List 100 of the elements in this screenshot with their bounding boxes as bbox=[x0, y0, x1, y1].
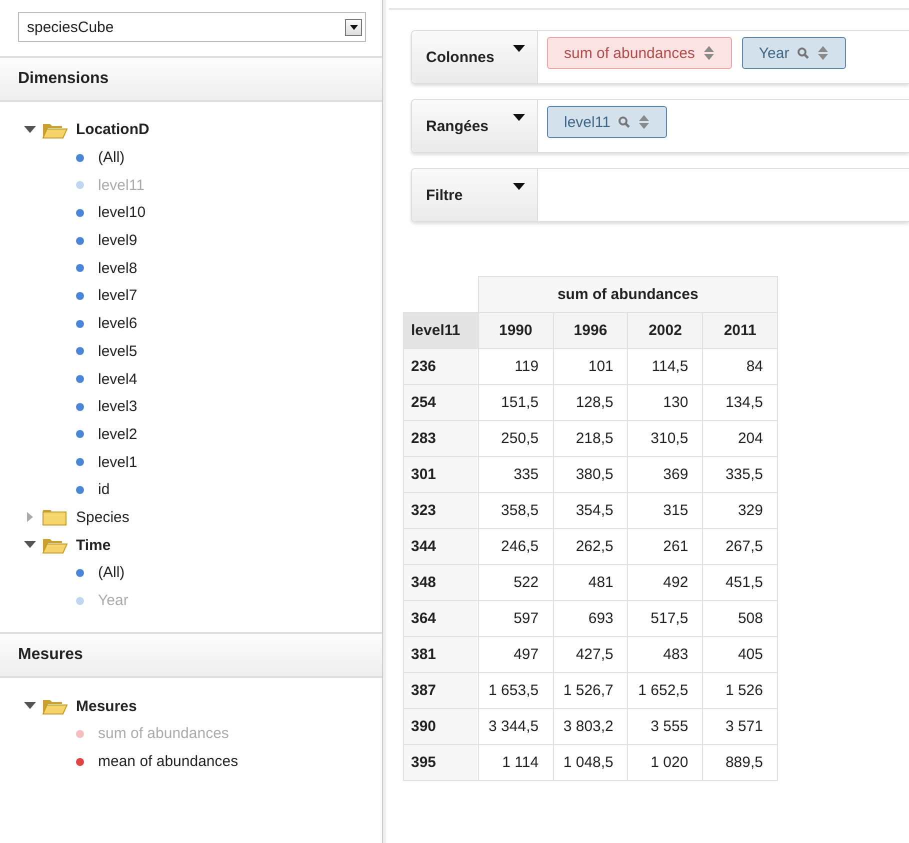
tree-item[interactable]: mean of abundances bbox=[98, 753, 238, 770]
table-cell: 151,5 bbox=[478, 384, 554, 420]
row-label: 387 bbox=[404, 672, 478, 708]
zone-header[interactable]: Rangées bbox=[412, 100, 538, 152]
field-chip[interactable]: level11 bbox=[547, 106, 668, 138]
table-cell: 84 bbox=[702, 348, 778, 384]
table-cell: 380,5 bbox=[553, 456, 628, 492]
table-cell: 889,5 bbox=[702, 744, 778, 780]
table-cell: 1 020 bbox=[628, 744, 703, 780]
panel-header: Mesures bbox=[0, 632, 382, 678]
node-label: Time bbox=[76, 536, 111, 554]
row-header: level11 bbox=[404, 312, 478, 348]
row-label: 348 bbox=[404, 564, 478, 600]
table-cell: 1 653,5 bbox=[478, 672, 554, 708]
table-cell: 134,5 bbox=[702, 384, 778, 420]
tree-item[interactable]: id bbox=[98, 481, 110, 498]
caret-icon[interactable] bbox=[513, 183, 525, 190]
node-label: Species bbox=[76, 508, 130, 526]
table-cell: 335 bbox=[478, 456, 554, 492]
row-label: 395 bbox=[404, 744, 478, 780]
table-cell: 1 114 bbox=[478, 744, 554, 780]
tree-item[interactable]: level9 bbox=[98, 232, 138, 250]
tree-item[interactable]: (All) bbox=[98, 149, 125, 166]
caret-icon[interactable] bbox=[513, 114, 525, 121]
row-label: 390 bbox=[404, 708, 478, 744]
tree-item[interactable]: level10 bbox=[98, 204, 146, 222]
tree-item[interactable]: level5 bbox=[98, 342, 138, 360]
table-cell: 354,5 bbox=[553, 492, 628, 528]
table-cell: 497 bbox=[478, 636, 554, 672]
tree-item[interactable]: level1 bbox=[98, 454, 138, 471]
tree-item[interactable]: level2 bbox=[98, 426, 138, 443]
chip-label: sum of abundances bbox=[564, 44, 695, 62]
table-cell: 101 bbox=[553, 348, 628, 384]
column-header: 2011 bbox=[702, 312, 778, 348]
column-header: 1996 bbox=[553, 312, 628, 348]
table-cell: 3 803,2 bbox=[553, 708, 628, 744]
row-label: 254 bbox=[404, 384, 478, 420]
tree-node[interactable]: LocationD bbox=[24, 116, 382, 144]
row-label: 381 bbox=[404, 636, 478, 672]
chip-label: level11 bbox=[564, 114, 610, 130]
expanded-triangle-icon bbox=[24, 124, 38, 135]
table-cell: 261 bbox=[628, 528, 703, 564]
table-cell: 262,5 bbox=[553, 528, 628, 564]
tree-item[interactable]: level4 bbox=[98, 370, 138, 388]
expanded-triangle-icon bbox=[24, 540, 38, 550]
column-header: sum of abundances bbox=[478, 276, 778, 312]
column-header: 1990 bbox=[478, 312, 554, 348]
table-cell: 597 bbox=[478, 600, 554, 636]
sort-icon[interactable] bbox=[702, 46, 715, 60]
caret-icon[interactable] bbox=[513, 45, 525, 52]
field-chip[interactable]: Year bbox=[742, 37, 846, 69]
table-cell: 358,5 bbox=[478, 492, 554, 528]
field-chip[interactable]: sum of abundances bbox=[547, 37, 732, 69]
zone-label: Colonnes bbox=[426, 48, 494, 66]
folder-icon bbox=[42, 508, 68, 526]
tree-item[interactable]: level6 bbox=[98, 315, 138, 332]
tree-item[interactable]: (All) bbox=[98, 564, 125, 582]
table-cell: 1 526 bbox=[702, 672, 778, 708]
tree-node[interactable]: Mesures bbox=[24, 692, 382, 720]
table-cell: 204 bbox=[702, 420, 778, 456]
table-cell: 329 bbox=[702, 492, 778, 528]
zone-header[interactable]: Colonnes bbox=[412, 31, 538, 83]
table-cell: 1 526,7 bbox=[553, 672, 628, 708]
row-label: 364 bbox=[404, 600, 478, 636]
search-icon[interactable] bbox=[797, 47, 810, 59]
row-label: 301 bbox=[404, 456, 478, 492]
table-cell: 310,5 bbox=[628, 420, 703, 456]
table-cell: 218,5 bbox=[553, 420, 628, 456]
table-cell: 130 bbox=[628, 384, 703, 420]
table-cell: 114,5 bbox=[628, 348, 703, 384]
expanded-triangle-icon bbox=[24, 701, 38, 712]
table-cell: 508 bbox=[702, 600, 778, 636]
caret-icon bbox=[350, 24, 358, 30]
zone-label: Filtre bbox=[426, 186, 463, 204]
cube-dropdown[interactable]: speciesCube bbox=[18, 12, 366, 42]
column-header: 2002 bbox=[628, 312, 703, 348]
tree-item[interactable]: level7 bbox=[98, 287, 138, 304]
row-label: 323 bbox=[404, 492, 478, 528]
dropdown-value: speciesCube bbox=[27, 18, 114, 36]
node-label: LocationD bbox=[76, 121, 150, 138]
tree-node[interactable]: Time bbox=[24, 531, 382, 559]
table-cell: 481 bbox=[553, 564, 628, 600]
table-cell: 119 bbox=[478, 348, 554, 384]
tree-item[interactable]: level3 bbox=[98, 398, 138, 416]
table-cell: 1 652,5 bbox=[628, 672, 703, 708]
table-cell: 315 bbox=[628, 492, 703, 528]
table-cell: 128,5 bbox=[553, 384, 628, 420]
table-cell: 335,5 bbox=[702, 456, 778, 492]
chip-label: Year bbox=[758, 44, 790, 62]
tree-item[interactable]: level8 bbox=[98, 260, 138, 277]
table-cell: 1 048,5 bbox=[553, 744, 628, 780]
tree-node[interactable]: Species bbox=[24, 504, 382, 532]
sort-icon[interactable] bbox=[638, 115, 650, 129]
sort-icon[interactable] bbox=[817, 46, 830, 60]
open-folder-icon bbox=[42, 697, 68, 716]
dropdown-button[interactable] bbox=[345, 18, 362, 36]
search-icon[interactable] bbox=[618, 116, 630, 128]
open-folder-icon bbox=[42, 536, 68, 554]
zone-header[interactable]: Filtre bbox=[412, 169, 538, 221]
row-label: 236 bbox=[404, 348, 478, 384]
